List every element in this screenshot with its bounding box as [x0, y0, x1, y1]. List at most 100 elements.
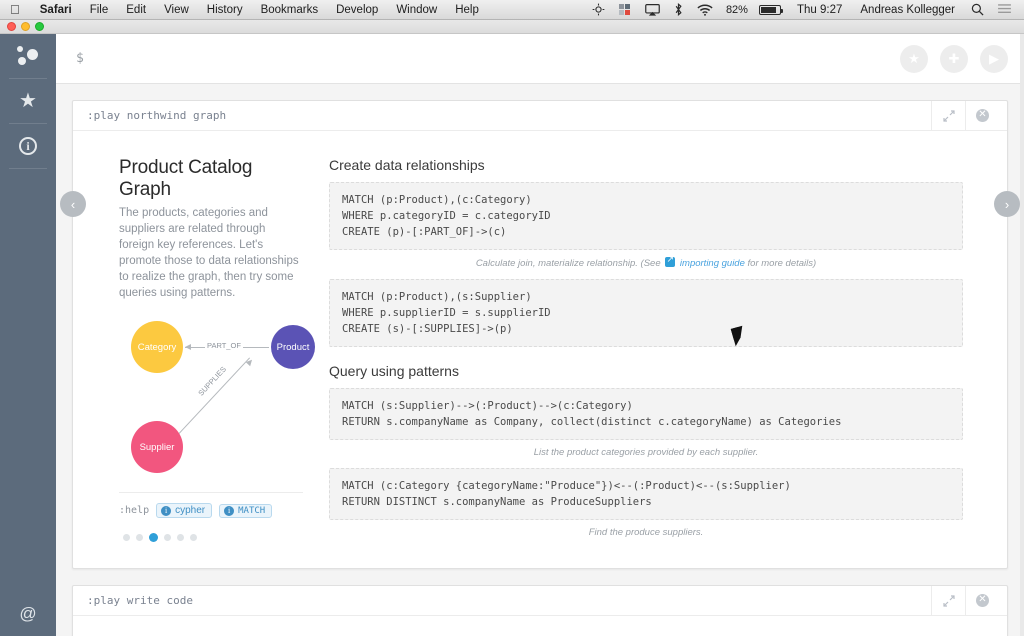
browser-window-titlebar — [0, 20, 1024, 34]
sidebar-divider — [9, 168, 47, 169]
external-link-icon — [665, 254, 676, 267]
macos-menubar:  Safari File Edit View History Bookmark… — [0, 0, 1024, 20]
wifi-icon[interactable] — [690, 4, 720, 16]
pagination-dot[interactable] — [123, 534, 130, 541]
window-minimize-button[interactable] — [21, 22, 30, 31]
menubar-status-area: 82% Thu 9:27 Andreas Kollegger — [585, 3, 1024, 16]
card-header: :play write code ✕ — [73, 586, 1007, 616]
guide-help-row: :help i cypher i MATCH — [119, 492, 303, 518]
close-icon[interactable]: ✕ — [965, 586, 999, 615]
editor-actions: ★ ✚ ▶ — [900, 44, 1024, 73]
pagination-dot-active[interactable] — [149, 533, 158, 542]
edge-label-supplies: SUPPLIES — [195, 363, 230, 400]
result-stream: :play northwind graph ✕ ‹ › Product Cata… — [56, 84, 1024, 636]
card-command-label: :play northwind graph — [87, 109, 227, 122]
carousel-next-button[interactable]: › — [994, 191, 1020, 217]
notification-center-icon[interactable] — [991, 4, 1018, 15]
query-editor-bar[interactable]: $ ★ ✚ ▶ — [56, 34, 1024, 84]
graph-visualization: PART_OF SUPPLIES Category Product Suppli… — [119, 313, 315, 488]
caption-text-after: for more details) — [747, 258, 817, 269]
apple-menu-icon[interactable]:  — [0, 3, 31, 16]
sidebar-item-cloud[interactable]: @ — [0, 592, 56, 636]
guide-title: Product Catalog Graph — [119, 157, 253, 200]
window-zoom-button[interactable] — [35, 22, 44, 31]
help-pill-match[interactable]: i MATCH — [219, 503, 273, 518]
sidebar-item-database[interactable] — [0, 34, 56, 78]
guide-right-column: Create data relationships MATCH (p:Produ… — [323, 131, 1007, 568]
favorite-button[interactable]: ★ — [900, 44, 928, 73]
page-scrollbar[interactable] — [1020, 20, 1024, 636]
menu-item-window[interactable]: Window — [387, 0, 446, 20]
edge-label-part-of: PART_OF — [205, 341, 243, 350]
menu-item-help[interactable]: Help — [446, 0, 488, 20]
screen:  Safari File Edit View History Bookmark… — [0, 0, 1024, 636]
graph-node-category[interactable]: Category — [131, 321, 183, 373]
card-header: :play northwind graph ✕ — [73, 101, 1007, 131]
dropbox-icon[interactable] — [612, 3, 638, 16]
section-title-create-relationships: Create data relationships — [329, 157, 485, 173]
star-icon: ★ — [19, 90, 37, 112]
info-icon: i — [161, 505, 172, 516]
editor-prompt: $ — [76, 51, 84, 66]
battery-percent-label: 82% — [725, 3, 748, 16]
code-block-part-of[interactable]: MATCH (p:Product),(c:Category) WHERE p.c… — [329, 182, 963, 250]
help-pill-cypher[interactable]: i cypher — [156, 503, 213, 518]
help-pill-label: MATCH — [238, 505, 266, 516]
section-title-query-patterns: Query using patterns — [329, 363, 459, 379]
spotlight-search-icon[interactable] — [964, 3, 991, 16]
pagination-dot[interactable] — [164, 534, 171, 541]
pagination-dot[interactable] — [136, 534, 143, 541]
code-block-categories-by-supplier[interactable]: MATCH (s:Supplier)-->(:Product)-->(c:Cat… — [329, 388, 963, 440]
write-code-body: Write Code Jump right into coding with e… — [73, 616, 1007, 636]
sidebar: ★ i @ — [0, 34, 56, 636]
expand-icon[interactable] — [931, 101, 965, 130]
add-button[interactable]: ✚ — [940, 44, 968, 73]
card-write-code: :play write code ✕ Write Code Jump right… — [72, 585, 1008, 636]
menu-item-safari[interactable]: Safari — [31, 0, 81, 20]
info-icon: i — [224, 505, 235, 516]
menubar-user-name[interactable]: Andreas Kollegger — [851, 4, 964, 16]
neo4j-browser-app: ★ i @ $ ★ ✚ ▶ :play northwind graph ✕ ‹ … — [0, 34, 1024, 636]
sidebar-item-favorites[interactable]: ★ — [0, 79, 56, 123]
menu-item-file[interactable]: File — [81, 0, 118, 20]
database-dots-icon — [15, 44, 41, 68]
card-northwind-graph: :play northwind graph ✕ ‹ › Product Cata… — [60, 100, 1020, 569]
window-close-button[interactable] — [7, 22, 16, 31]
guide-description: The products, categories and suppliers a… — [119, 207, 299, 299]
location-icon[interactable] — [585, 3, 612, 16]
pagination-dot[interactable] — [190, 534, 197, 541]
battery-icon[interactable] — [752, 4, 788, 15]
code-caption: Find the produce suppliers. — [588, 527, 704, 538]
run-button[interactable]: ▶ — [980, 44, 1008, 73]
importing-guide-link[interactable]: importing guide — [680, 258, 745, 269]
guide-body: ‹ › Product Catalog Graph The products, … — [60, 131, 1020, 568]
airplay-icon[interactable] — [638, 3, 667, 16]
bluetooth-icon[interactable] — [667, 3, 690, 16]
pagination-dot[interactable] — [177, 534, 184, 541]
menubar-clock[interactable]: Thu 9:27 — [788, 4, 851, 16]
menu-item-bookmarks[interactable]: Bookmarks — [252, 0, 328, 20]
carousel-prev-button[interactable]: ‹ — [60, 191, 86, 217]
caption-text: Calculate join, materialize relationship… — [475, 258, 661, 269]
menu-item-develop[interactable]: Develop — [327, 0, 387, 20]
graph-node-supplier[interactable]: Supplier — [131, 421, 183, 473]
help-pill-label: cypher — [175, 505, 206, 516]
code-block-supplies[interactable]: MATCH (p:Product),(s:Supplier) WHERE p.s… — [329, 279, 963, 347]
close-icon[interactable]: ✕ — [965, 101, 999, 130]
help-command-label: :help — [119, 505, 150, 516]
menu-item-view[interactable]: View — [155, 0, 198, 20]
guide-pagination — [119, 518, 303, 556]
window-traffic-lights — [0, 22, 44, 31]
arrowhead-supplies — [245, 357, 255, 367]
menu-item-edit[interactable]: Edit — [117, 0, 155, 20]
code-block-produce-suppliers[interactable]: MATCH (c:Category {categoryName:"Produce… — [329, 468, 963, 520]
guide-left-column: Product Catalog Graph The products, cate… — [73, 131, 323, 568]
edge-supplies — [177, 357, 251, 436]
sidebar-item-documents[interactable]: i — [0, 124, 56, 168]
menu-item-history[interactable]: History — [198, 0, 252, 20]
code-caption: Calculate join, materialize relationship… — [329, 250, 963, 279]
card-command-label: :play write code — [87, 594, 193, 607]
graph-node-product[interactable]: Product — [271, 325, 315, 369]
card-tools: ✕ — [931, 586, 999, 615]
expand-icon[interactable] — [931, 586, 965, 615]
